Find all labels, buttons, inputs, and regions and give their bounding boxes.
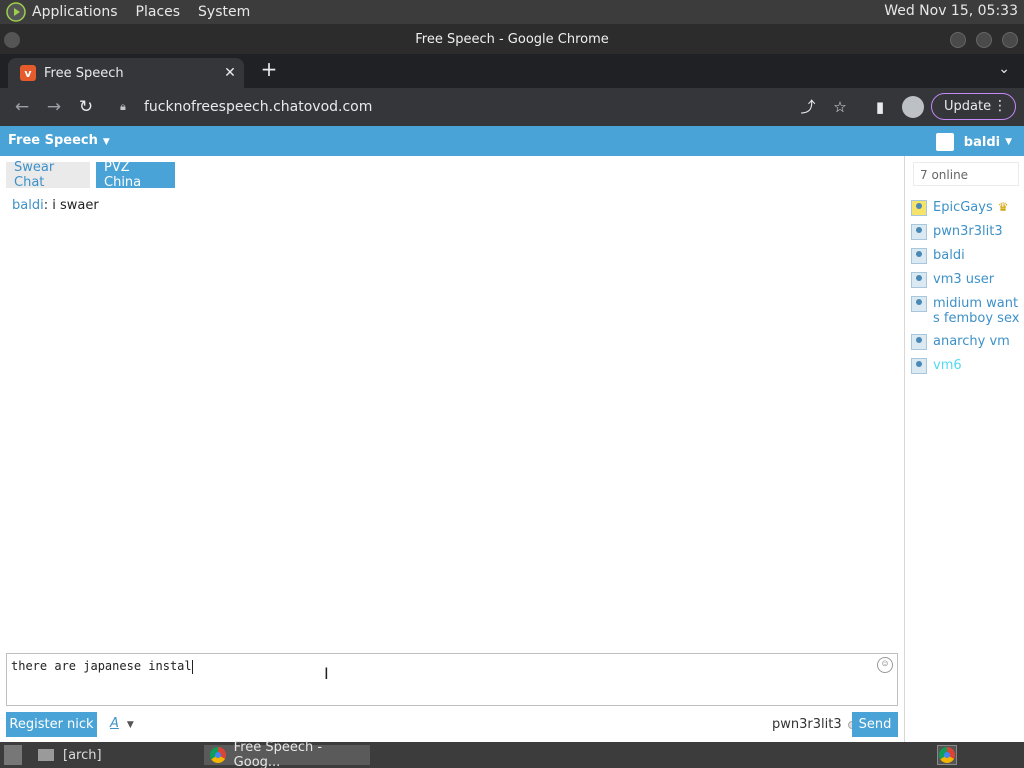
forward-icon[interactable]: → [43, 96, 65, 118]
update-button[interactable]: Update ⋮ [931, 93, 1016, 120]
online-count[interactable]: 7 online [913, 162, 1019, 186]
desktop: Applications Places System Wed Nov 15, 0… [0, 0, 1024, 768]
clock[interactable]: Wed Nov 15, 05:33 [884, 3, 1018, 19]
lock-icon[interactable]: 🔒︎ [120, 100, 134, 114]
arch-logo-icon[interactable] [6, 2, 26, 22]
room-tab-pvz-china[interactable]: PVZ China [96, 160, 175, 190]
reply-target-nick: pwn3r3lit3 [772, 717, 842, 732]
chevron-down-icon: ▼ [126, 720, 134, 730]
chat-header: Free Speech ▼ baldi ▼ [0, 126, 1024, 156]
send-button[interactable]: Send [852, 712, 898, 737]
user-list-item[interactable]: baldi [911, 248, 1023, 264]
user-icon [935, 133, 954, 151]
message-nick[interactable]: baldi [12, 198, 44, 213]
user-list: EpicGays ♛ pwn3r3lit3 baldi vm3 user mid… [911, 200, 1023, 382]
user-icon [911, 200, 927, 216]
chrome-icon [939, 747, 955, 763]
tray-chrome-icon[interactable] [937, 745, 957, 765]
room-tab-swear-chat[interactable]: Swear Chat [6, 160, 90, 190]
minimize-button[interactable] [950, 32, 966, 48]
user-name[interactable]: anarchy vm [933, 334, 1010, 349]
chevron-down-icon: ▼ [1005, 137, 1012, 147]
user-icon [911, 334, 927, 350]
format-label: A [110, 716, 119, 731]
user-name[interactable]: baldi [933, 248, 965, 263]
user-list-sidebar: 7 online EpicGays ♛ pwn3r3lit3 baldi vm3… [904, 156, 1024, 742]
show-desktop-icon[interactable] [4, 745, 22, 765]
text-format-button[interactable]: A ▼ [110, 716, 134, 731]
menu-places[interactable]: Places [136, 4, 181, 20]
close-tab-icon[interactable]: ✕ [222, 65, 238, 81]
back-icon[interactable]: ← [11, 96, 33, 118]
user-name[interactable]: vm3 user [933, 272, 994, 287]
chat-page: Free Speech ▼ baldi ▼ Swear Chat PVZ China… [0, 126, 1024, 742]
url-text[interactable]: fucknofreespeech.chatovod.com [144, 99, 372, 115]
chevron-down-icon: ▼ [102, 137, 110, 147]
message-text: : i swaer [43, 198, 99, 213]
kebab-menu-icon[interactable]: ⋮ [993, 98, 1007, 114]
user-menu[interactable]: baldi ▼ [935, 133, 1012, 151]
emoji-icon[interactable]: ☺ [877, 657, 893, 673]
folder-icon [38, 749, 54, 761]
user-name[interactable]: EpicGays [933, 200, 993, 215]
user-icon [911, 248, 927, 264]
bottom-taskbar: [arch] Free Speech - Goog... [0, 740, 1024, 768]
top-panel: Applications Places System Wed Nov 15, 0… [0, 0, 1024, 24]
message-input[interactable]: there are japanese instal ☺ [6, 653, 898, 706]
bookmark-star-icon[interactable]: ☆ [830, 97, 850, 117]
menu-system[interactable]: System [198, 4, 250, 20]
reload-icon[interactable]: ↻ [75, 96, 97, 118]
window-titlebar[interactable]: Free Speech - Google Chrome [0, 24, 1024, 54]
user-icon [911, 224, 927, 240]
text-cursor [191, 659, 193, 674]
user-icon [911, 358, 927, 374]
update-label: Update [944, 99, 992, 114]
user-list-item[interactable]: vm6 [911, 358, 1023, 374]
tab-search-icon[interactable]: ⌄ [998, 61, 1010, 77]
user-name[interactable]: midium want s femboy sex [933, 296, 1023, 326]
user-list-item[interactable]: anarchy vm [911, 334, 1023, 350]
new-tab-button[interactable]: + [258, 58, 280, 80]
user-list-item[interactable]: EpicGays ♛ [911, 200, 1023, 216]
register-nick-button[interactable]: Register nick [6, 712, 97, 737]
taskbar-folder-label: [arch] [63, 747, 102, 763]
maximize-button[interactable] [976, 32, 992, 48]
user-list-item[interactable]: pwn3r3lit3 [911, 224, 1023, 240]
room-title: Free Speech [8, 133, 98, 148]
menu-applications[interactable]: Applications [32, 4, 118, 20]
window-menu-icon[interactable] [4, 32, 20, 48]
site-favicon-icon: v [20, 65, 36, 81]
close-window-button[interactable] [1002, 32, 1018, 48]
user-icon [911, 272, 927, 288]
user-name[interactable]: vm6 [933, 358, 962, 373]
taskbar-item-chrome[interactable]: Free Speech - Goog... [204, 740, 370, 768]
taskbar-item-folder[interactable]: [arch] [38, 745, 102, 765]
current-username: baldi [963, 134, 1001, 150]
window-title: Free Speech - Google Chrome [415, 31, 609, 47]
taskbar-chrome-label: Free Speech - Goog... [233, 740, 323, 768]
address-bar[interactable]: 🔒︎ fucknofreespeech.chatovod.com [110, 92, 865, 122]
reply-target[interactable]: pwn3r3lit3 [772, 717, 856, 732]
share-icon[interactable]: ⤴ [798, 97, 818, 117]
room-menu[interactable]: Free Speech ▼ [8, 133, 110, 148]
side-panel-icon[interactable]: ▮ [870, 97, 890, 117]
message-input-value[interactable]: there are japanese instal [11, 659, 192, 673]
user-list-item[interactable]: vm3 user [911, 272, 1023, 288]
tab-title: Free Speech [44, 65, 124, 81]
user-list-item[interactable]: midium want s femboy sex [911, 296, 1023, 326]
crown-icon: ♛ [997, 200, 1009, 214]
user-icon [911, 296, 927, 312]
browser-toolbar: ← → ↻ 🔒︎ fucknofreespeech.chatovod.com ⤴… [0, 88, 1024, 126]
browser-tab[interactable]: v Free Speech ✕ [8, 58, 244, 88]
tab-strip: v Free Speech ✕ [0, 54, 1024, 88]
ibeam-cursor-icon: I [324, 664, 329, 683]
chat-message: baldi: i swaer [12, 198, 99, 213]
user-name[interactable]: pwn3r3lit3 [933, 224, 1003, 239]
profile-avatar-icon[interactable] [902, 96, 924, 118]
chrome-icon [210, 747, 226, 763]
